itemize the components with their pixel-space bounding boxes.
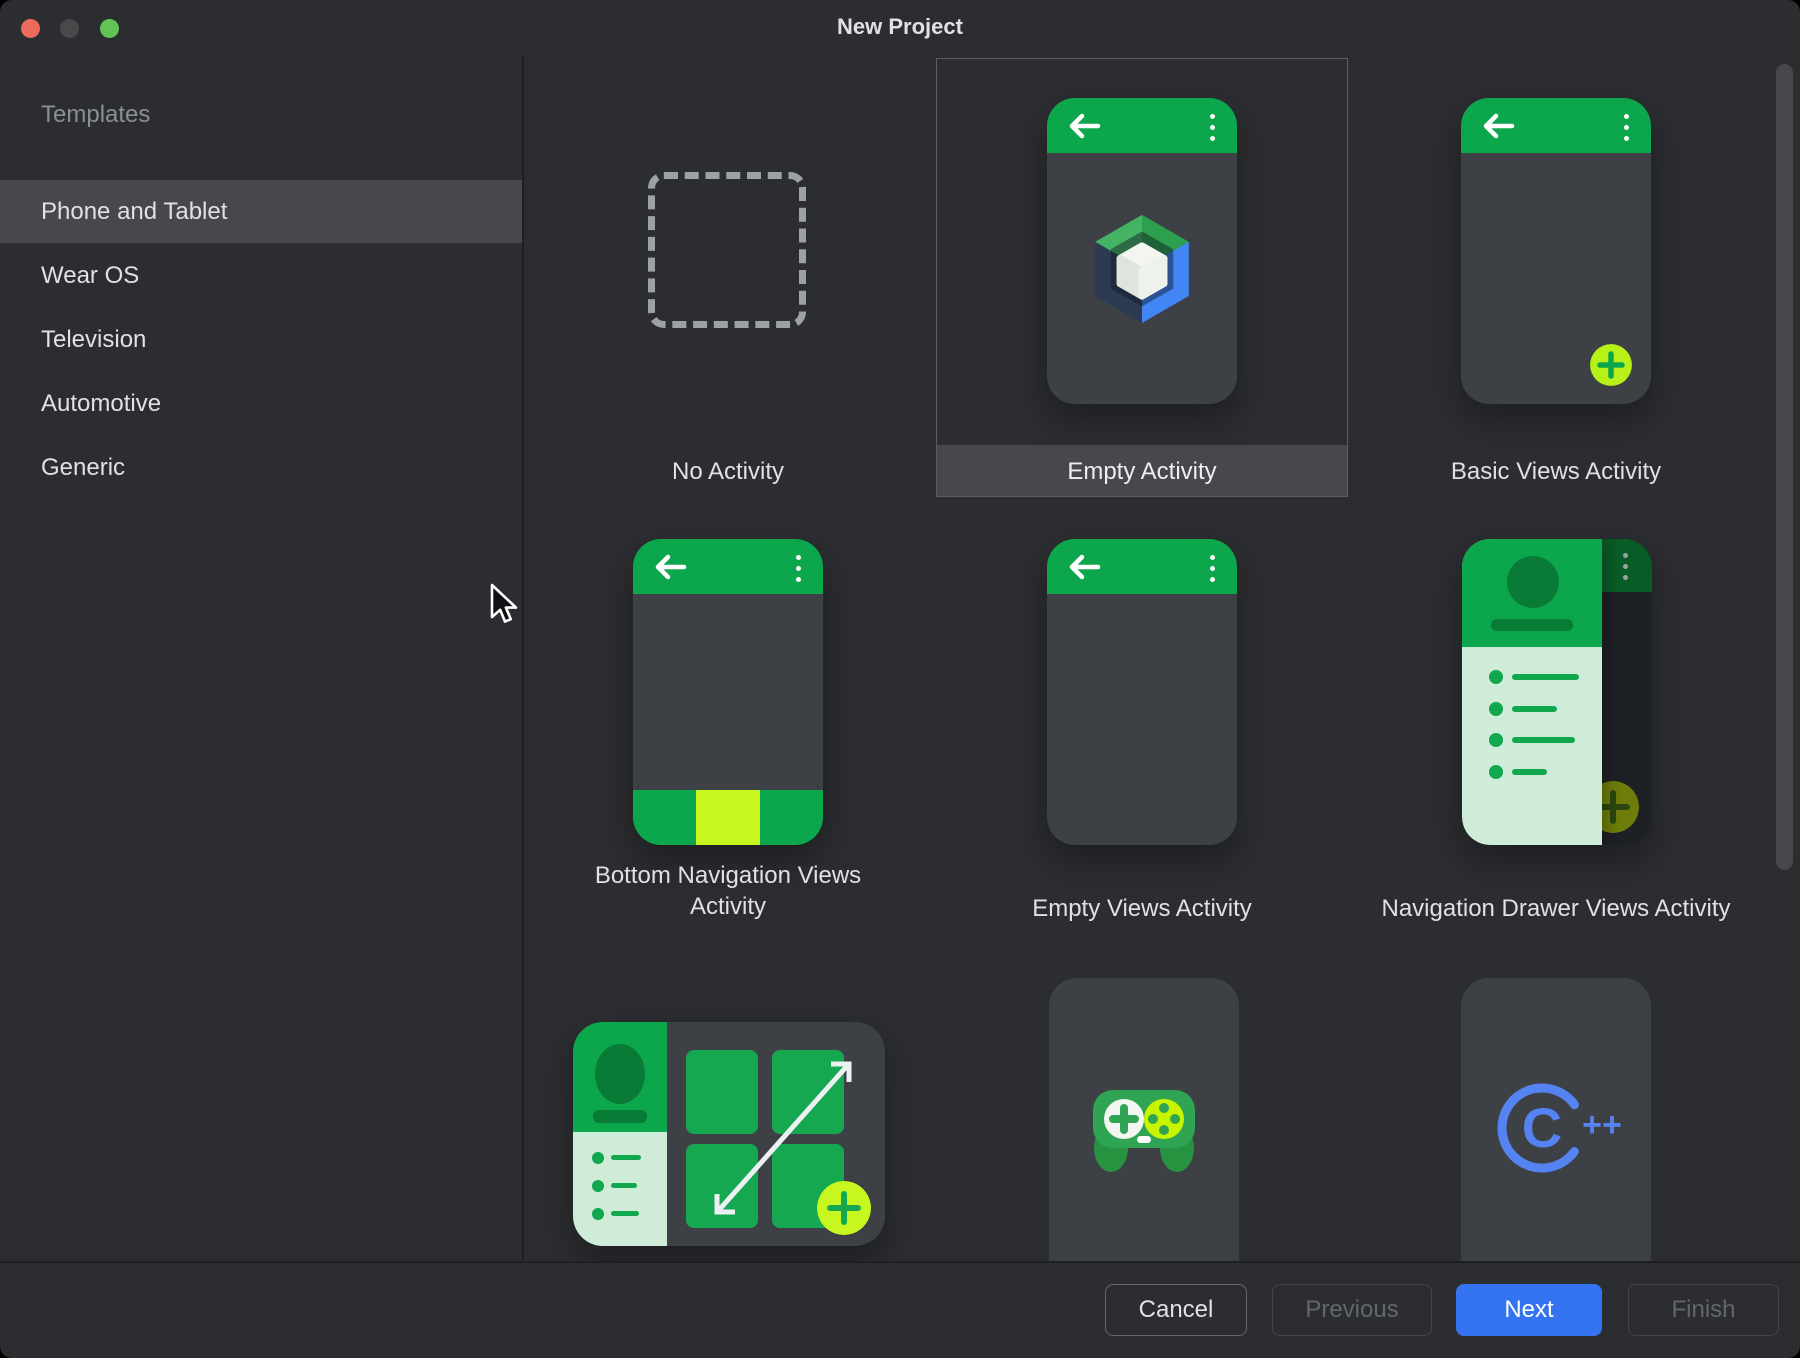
phone-mockup	[1047, 98, 1237, 404]
phone-mockup	[1047, 539, 1237, 845]
phone-mockup: C ++	[1461, 978, 1651, 1261]
window-title: New Project	[0, 14, 1800, 40]
nav-drawer-panel	[1462, 539, 1602, 845]
sidebar-item-label: Phone and Tablet	[41, 198, 227, 225]
compose-logo-icon	[1090, 213, 1194, 329]
new-project-dialog: New Project Templates Phone and Tablet W…	[0, 0, 1800, 1358]
drawer-body	[573, 1132, 667, 1246]
cancel-button[interactable]: Cancel	[1105, 1284, 1247, 1336]
bottom-nav-bar	[633, 790, 823, 845]
dashed-placeholder-icon	[648, 172, 806, 328]
appbar	[1047, 98, 1237, 153]
drawer-list-line	[611, 1155, 641, 1160]
sidebar-item-label: Generic	[41, 454, 125, 481]
drawer-list-bullet	[1489, 765, 1503, 779]
cpp-icon: C ++	[1496, 1078, 1626, 1178]
kebab-menu-icon	[1623, 553, 1628, 586]
drawer-list-line	[1512, 737, 1575, 743]
back-arrow-icon	[1479, 112, 1517, 140]
template-label: No Activity	[521, 456, 935, 487]
sidebar-item-wear-os[interactable]: Wear OS	[0, 244, 522, 307]
next-button[interactable]: Next	[1456, 1284, 1602, 1336]
template-tile-responsive-views[interactable]	[521, 960, 935, 1261]
finish-button[interactable]: Finish	[1628, 1284, 1779, 1336]
template-label: Empty Views Activity	[935, 893, 1349, 924]
kebab-menu-icon	[1210, 555, 1215, 588]
appbar	[633, 539, 823, 594]
template-label: Empty Activity	[935, 456, 1349, 487]
kebab-menu-icon	[1210, 114, 1215, 147]
svg-text:++: ++	[1582, 1106, 1622, 1144]
sidebar-item-label: Automotive	[41, 390, 161, 417]
bottom-nav-selected-segment	[696, 790, 760, 845]
sidebar-item-phone-and-tablet[interactable]: Phone and Tablet	[0, 180, 522, 243]
appbar	[1461, 98, 1651, 153]
fab-plus-icon	[817, 1181, 871, 1235]
drawer-list-line	[1512, 674, 1579, 680]
template-tile-bottom-navigation-views-activity[interactable]: Bottom Navigation Views Activity	[521, 520, 935, 945]
drawer-list-line	[611, 1211, 639, 1216]
template-tile-empty-views-activity[interactable]: Empty Views Activity	[935, 520, 1349, 945]
sidebar-item-label: Wear OS	[41, 262, 139, 289]
template-tile-game-activity[interactable]	[935, 960, 1349, 1261]
drawer-list-line	[611, 1183, 637, 1188]
drawer-list-bullet	[592, 1208, 604, 1220]
mouse-cursor	[489, 583, 519, 627]
template-label: Bottom Navigation Views Activity	[558, 860, 898, 922]
avatar	[595, 1044, 645, 1104]
gamepad-icon	[1093, 1090, 1195, 1174]
template-label: Navigation Drawer Views Activity	[1349, 893, 1763, 924]
back-arrow-icon	[1065, 112, 1103, 140]
previous-button[interactable]: Previous	[1272, 1284, 1432, 1336]
phone-mockup	[633, 539, 823, 845]
kebab-menu-icon	[1624, 114, 1629, 147]
kebab-menu-icon	[796, 555, 801, 588]
vertical-scrollbar-thumb[interactable]	[1776, 64, 1793, 870]
avatar-name-bar	[593, 1110, 647, 1123]
drawer-list-bullet	[1489, 702, 1503, 716]
sidebar-item-television[interactable]: Television	[0, 308, 522, 371]
drawer-list-bullet	[592, 1180, 604, 1192]
back-arrow-icon	[1065, 553, 1103, 581]
tablet-responsive-icon	[573, 1022, 885, 1246]
template-tile-no-activity[interactable]: No Activity	[521, 58, 935, 498]
drawer-list-bullet	[592, 1152, 604, 1164]
phone-mockup	[1461, 98, 1651, 404]
appbar	[1047, 539, 1237, 594]
template-tile-empty-activity[interactable]: Empty Activity	[936, 58, 1348, 497]
template-tile-navigation-drawer-views-activity[interactable]: Navigation Drawer Views Activity	[1349, 520, 1763, 945]
template-tile-basic-views-activity[interactable]: Basic Views Activity	[1349, 58, 1763, 498]
svg-text:C: C	[1522, 1096, 1562, 1159]
avatar	[1507, 556, 1559, 608]
drawer-list-bullet	[1489, 670, 1503, 684]
avatar-name-bar	[1491, 619, 1573, 631]
template-tile-native-cpp[interactable]: C ++	[1349, 960, 1763, 1261]
sidebar-item-generic[interactable]: Generic	[0, 436, 522, 499]
drawer-list-line	[1512, 706, 1557, 712]
fab-plus-icon	[1590, 344, 1632, 386]
drawer-list-line	[1512, 769, 1547, 775]
back-arrow-icon	[651, 553, 689, 581]
phone-mockup	[1462, 539, 1652, 845]
drawer-list-bullet	[1489, 733, 1503, 747]
sidebar-item-label: Television	[41, 326, 146, 353]
phone-mockup	[1049, 978, 1239, 1261]
footer-divider	[0, 1261, 1800, 1263]
template-label: Basic Views Activity	[1349, 456, 1763, 487]
templates-heading: Templates	[41, 101, 150, 129]
sidebar-item-automotive[interactable]: Automotive	[0, 372, 522, 435]
